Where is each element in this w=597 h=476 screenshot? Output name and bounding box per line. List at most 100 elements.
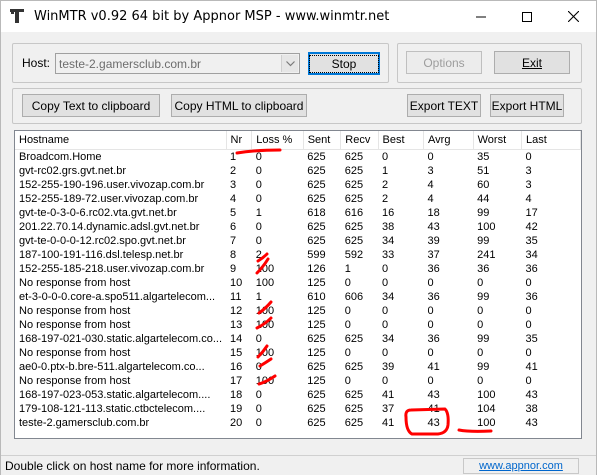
- cell-worst: 0: [477, 304, 484, 317]
- status-text: Double click on host name for more infor…: [5, 459, 260, 473]
- column-header-loss[interactable]: Loss %: [251, 131, 304, 150]
- cell-hostname: No response from host: [19, 276, 131, 289]
- cell-last: 38: [525, 402, 538, 415]
- cell-sent: 625: [307, 360, 326, 373]
- status-bar: Double click on host name for more infor…: [1, 455, 596, 475]
- cell-recv: 0: [344, 318, 351, 331]
- table-row[interactable]: 179-108-121-113.static.ctbctelecom.... 19…: [15, 402, 581, 416]
- host-combobox[interactable]: [55, 53, 300, 74]
- column-header-worst[interactable]: Worst: [473, 131, 523, 150]
- column-header-recv[interactable]: Recv: [340, 131, 379, 150]
- cell-hostname: gvt-rc02.grs.gvt.net.br: [19, 164, 126, 177]
- results-listview[interactable]: Hostname Nr Loss % Sent Recv Best Avrg W…: [14, 130, 582, 439]
- cell-last: 43: [525, 388, 538, 401]
- cell-hostname: 179-108-121-113.static.ctbctelecom....: [19, 402, 206, 415]
- column-header-sent[interactable]: Sent: [303, 131, 342, 150]
- host-label: Host:: [22, 56, 51, 70]
- cell-sent: 125: [307, 304, 326, 317]
- table-row[interactable]: teste-2.gamersclub.com.br 20 0 625 625 41 43 10…: [15, 416, 581, 430]
- copy-text-button[interactable]: Copy Text to clipboard: [22, 94, 160, 117]
- copy-html-button[interactable]: Copy HTML to clipboard: [171, 94, 307, 117]
- cell-best: 1: [382, 164, 389, 177]
- cell-sent: 125: [307, 374, 326, 387]
- cell-hostname: No response from host: [19, 374, 131, 387]
- cell-loss: 100: [255, 374, 275, 387]
- cell-nr: 1: [230, 150, 237, 163]
- cell-nr: 10: [230, 276, 243, 289]
- column-header-avrg[interactable]: Avrg: [423, 131, 474, 150]
- cell-sent: 625: [307, 234, 326, 247]
- cell-recv: 606: [344, 290, 364, 303]
- table-row[interactable]: No response from host 13 100 125 0 0 0 0 0: [15, 318, 581, 332]
- table-row[interactable]: 168-197-023-053.static.algartelecom.... 1…: [15, 388, 581, 402]
- cell-sent: 599: [307, 248, 326, 261]
- table-row[interactable]: gvt-rc02.grs.gvt.net.br 2 0 625 625 1 3 51 3: [15, 164, 581, 178]
- table-row[interactable]: No response from host 17 100 125 0 0 0 0 0: [15, 374, 581, 388]
- cell-hostname: No response from host: [19, 318, 131, 331]
- column-header-hostname[interactable]: Hostname: [15, 131, 227, 150]
- cell-nr: 6: [230, 220, 237, 233]
- export-text-button[interactable]: Export TEXT: [407, 94, 481, 117]
- title-bar[interactable]: WinMTR v0.92 64 bit by Appnor MSP - www.…: [1, 1, 596, 32]
- cell-nr: 12: [230, 304, 243, 317]
- cell-nr: 19: [230, 402, 243, 415]
- cell-hostname: No response from host: [19, 304, 131, 317]
- cell-recv: 625: [344, 164, 364, 177]
- cell-recv: 1: [344, 262, 351, 275]
- dropdown-arrow[interactable]: [281, 55, 298, 72]
- maximize-button[interactable]: [504, 1, 550, 32]
- table-body: Broadcom.Home 1 0 625 625 0 0 35 0 gvt-rc02.grs.g…: [15, 149, 581, 430]
- cell-avrg: 0: [427, 346, 434, 359]
- minimize-button[interactable]: [458, 1, 504, 32]
- cell-recv: 0: [344, 346, 351, 359]
- cell-last: 0: [525, 374, 532, 387]
- column-header-last[interactable]: Last: [521, 131, 581, 150]
- cell-hostname: ae0-0.ptx-b.bre-511.algartelecom.co...: [19, 360, 205, 373]
- table-row[interactable]: Broadcom.Home 1 0 625 625 0 0 35 0: [15, 149, 581, 164]
- window-title: WinMTR v0.92 64 bit by Appnor MSP - www.…: [34, 9, 390, 24]
- cell-last: 36: [525, 290, 538, 303]
- host-input[interactable]: [56, 54, 278, 73]
- table-row[interactable]: 152-255-190-196.user.vivozap.com.br 3 0 625…: [15, 178, 581, 192]
- stop-button[interactable]: Stop: [308, 52, 380, 75]
- cell-best: 37: [382, 402, 395, 415]
- stop-button-label: Stop: [308, 54, 380, 73]
- cell-last: 0: [525, 276, 532, 289]
- table-row[interactable]: ae0-0.ptx-b.bre-511.algartelecom.co... 16…: [15, 360, 581, 374]
- exit-button[interactable]: Exit: [494, 51, 570, 74]
- cell-last: 0: [525, 150, 532, 163]
- table-row[interactable]: No response from host 10 100 125 0 0 0 0 0: [15, 276, 581, 290]
- table-row[interactable]: et-3-0-0-0.core-a.spo511.algartelecom...…: [15, 290, 581, 304]
- close-icon: [567, 11, 579, 22]
- exit-button-label: Exit: [521, 55, 542, 70]
- cell-recv: 0: [344, 276, 351, 289]
- cell-loss: 0: [255, 416, 262, 429]
- cell-best: 41: [382, 416, 395, 429]
- table-row[interactable]: 168-197-021-030.static.algartelecom.co..…: [15, 332, 581, 346]
- export-html-button[interactable]: Export HTML: [490, 94, 564, 117]
- table-row[interactable]: 152-255-189-72.user.vivozap.com.br 4 0 625 6…: [15, 192, 581, 206]
- cell-recv: 616: [344, 206, 364, 219]
- cell-worst: 60: [477, 178, 490, 191]
- cell-recv: 625: [344, 234, 364, 247]
- cell-hostname: gvt-te-0-0-0-12.rc02.spo.gvt.net.br: [19, 234, 186, 247]
- table-row[interactable]: No response from host 15 100 125 0 0 0 0 0: [15, 346, 581, 360]
- column-header-best[interactable]: Best: [378, 131, 425, 150]
- table-row[interactable]: gvt-te-0-3-0-6.rc02.vta.gvt.net.br 5 1 618 6…: [15, 206, 581, 220]
- export-html-button-label: Export HTML: [491, 98, 563, 113]
- options-button[interactable]: Options: [406, 51, 482, 74]
- close-button[interactable]: [550, 1, 596, 32]
- cell-best: 0: [382, 262, 389, 275]
- table-row[interactable]: gvt-te-0-0-0-12.rc02.spo.gvt.net.br 7 0 625…: [15, 234, 581, 248]
- cell-hostname: gvt-te-0-3-0-6.rc02.vta.gvt.net.br: [19, 206, 177, 219]
- table-row[interactable]: 152-255-185-218.user.vivozap.com.br 9 100 1…: [15, 262, 581, 276]
- appnor-link[interactable]: www.appnor.com: [463, 458, 579, 474]
- table-row[interactable]: No response from host 12 100 125 0 0 0 0 0: [15, 304, 581, 318]
- cell-nr: 20: [230, 416, 243, 429]
- header-row: Hostname Nr Loss % Sent Recv Best Avrg W…: [15, 131, 581, 150]
- table-row[interactable]: 201.22.70.14.dynamic.adsl.gvt.net.br 6 0 62…: [15, 220, 581, 234]
- column-header-nr[interactable]: Nr: [226, 131, 253, 150]
- table-row[interactable]: 187-100-191-116.dsl.telesp.net.br 8 2 599 59…: [15, 248, 581, 262]
- cell-hostname: 152-255-185-218.user.vivozap.com.br: [19, 262, 205, 275]
- cell-recv: 625: [344, 416, 364, 429]
